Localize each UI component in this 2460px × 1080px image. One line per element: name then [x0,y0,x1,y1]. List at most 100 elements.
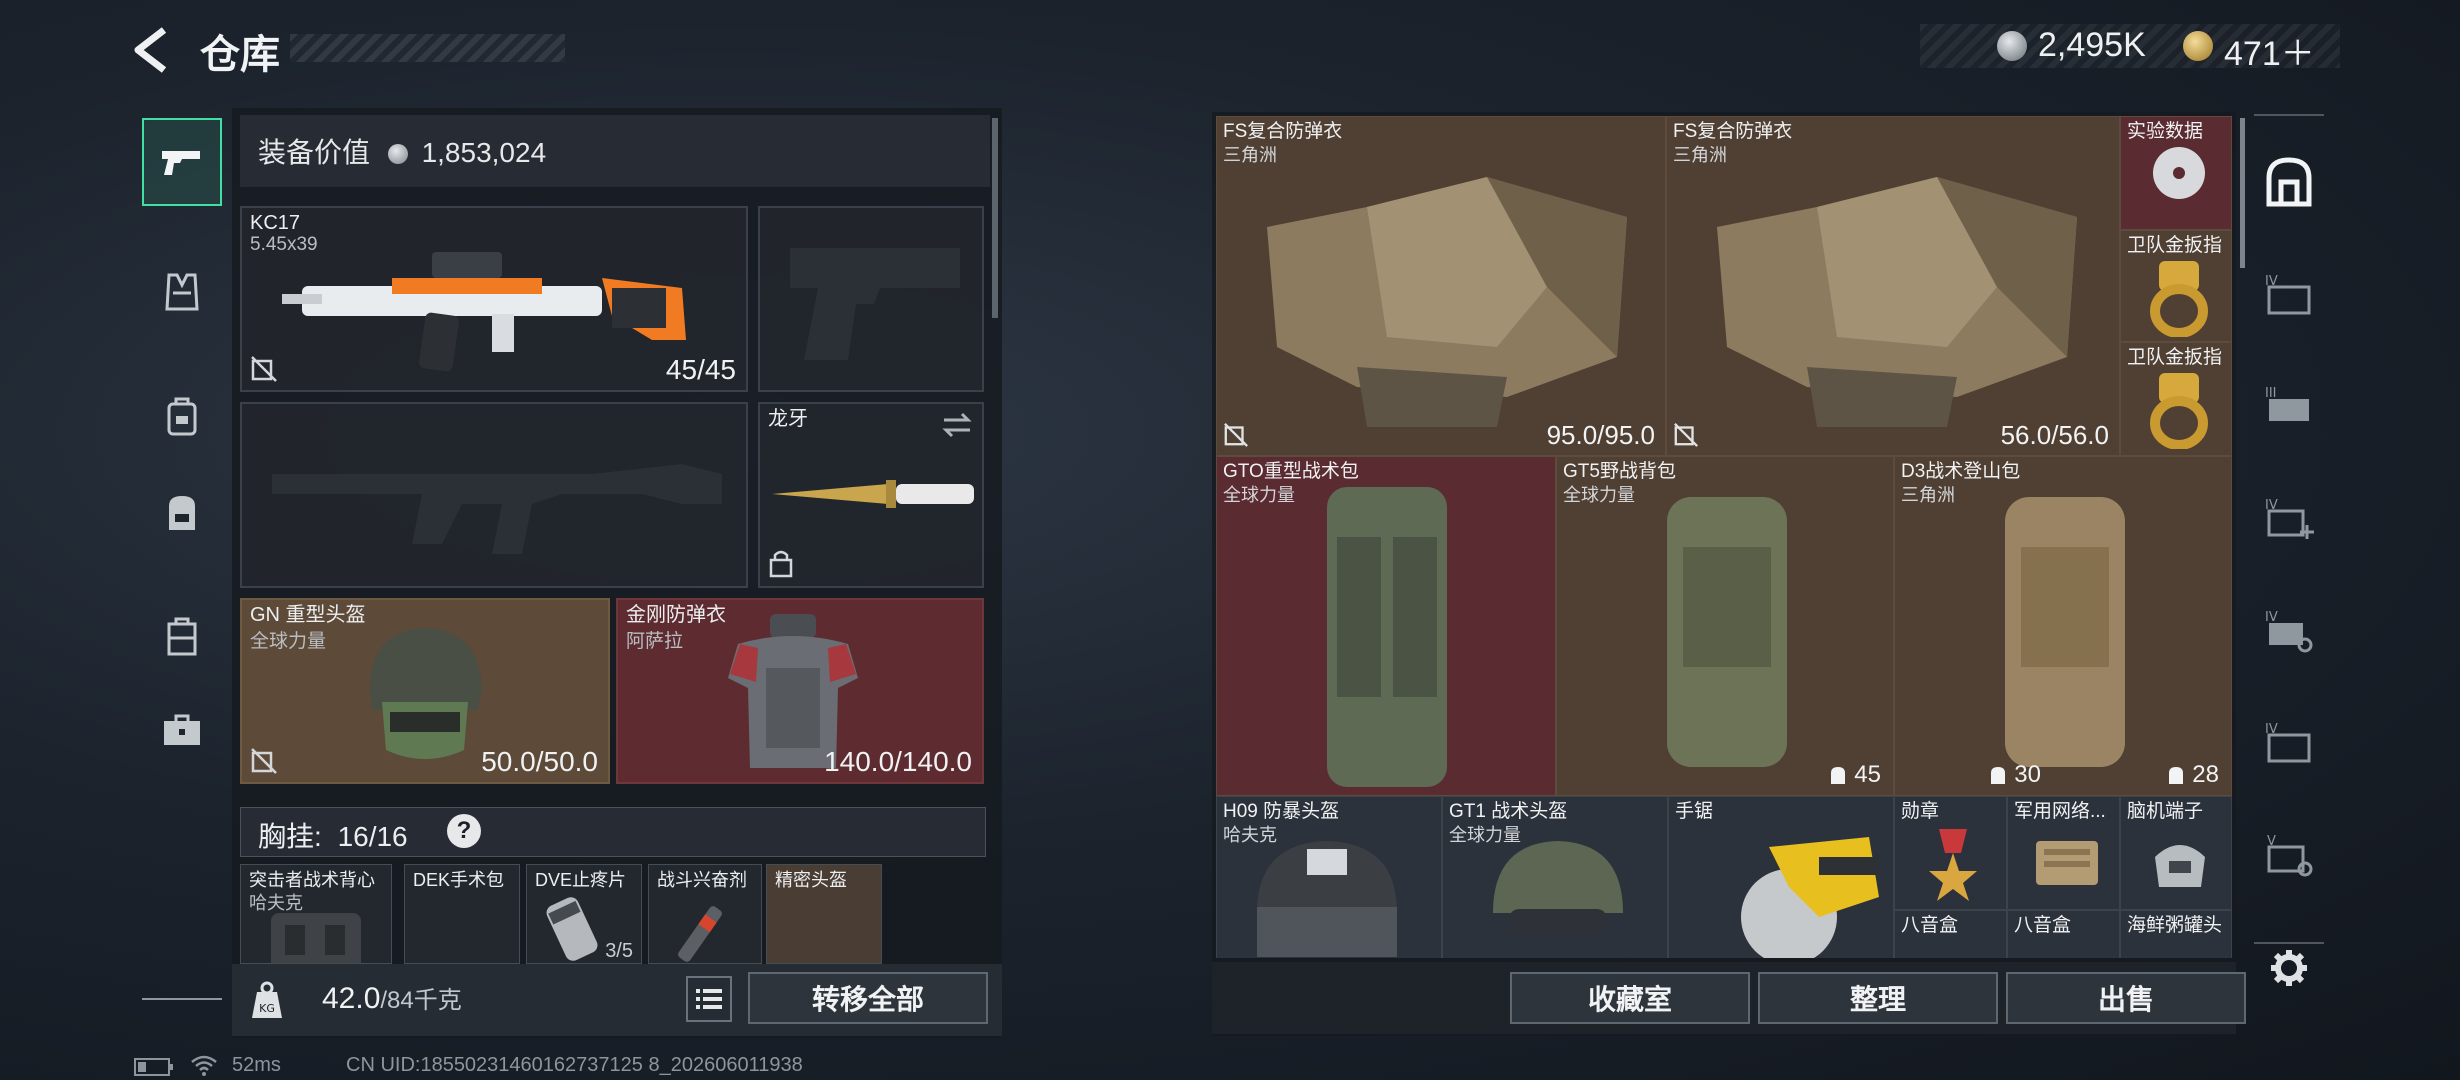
case-iv-gear-icon: IV [2265,610,2313,653]
rig-item[interactable]: 突击者战术背心 哈夫克 [240,864,392,964]
sort-button[interactable]: 整理 [1758,972,1998,1024]
stash-item[interactable]: 海鲜粥罐头 [2120,910,2232,958]
stash-item[interactable]: GT5野战背包 全球力量 45 [1556,456,1894,796]
body-armor-image [1267,177,1627,427]
stash-item[interactable]: 八音盒 [1894,910,2007,958]
no-insure-icon [251,748,277,774]
assault-rifle-image [282,252,686,372]
painkiller-image [546,897,598,961]
weight-max: /84千克 [380,987,462,1014]
case-iv-folder-icon: IV [2265,722,2311,763]
gear-icon [2271,950,2307,986]
rig-item-name: DVE止疼片 [535,870,627,890]
weapon-ammo: 45/45 [665,354,736,385]
brain-terminal-image [2155,845,2205,887]
stash-tab-v[interactable]: V [2254,804,2324,904]
stash-item[interactable]: 卫队金扳指 [2120,342,2232,456]
armor-map: 阿萨拉 [626,631,684,652]
stash-tab-iv-gear[interactable]: IV [2254,580,2324,680]
lock-icon [769,550,793,578]
data-disc-image [2153,147,2205,199]
stash-tab-iv-folder[interactable]: IV [2254,692,2324,792]
item-name: H09 防暴头盔 [1223,801,1340,822]
item-sub: 三角洲 [1901,485,1955,505]
stash-item[interactable]: 手锯 [1668,796,1894,958]
item-name: FS复合防弹衣 [1223,121,1343,142]
stash-tab-iv-plus[interactable]: IV [2254,468,2324,568]
rig-item[interactable]: DEK手术包 [404,864,520,964]
stash-item[interactable]: H09 防暴头盔 哈夫克 [1216,796,1442,958]
knife-slot[interactable]: 龙牙 [758,402,984,588]
stash-item[interactable]: 军用网络... [2007,796,2120,910]
weight-current: 42.0 [322,982,381,1015]
carry-weight: 42.0/84千克 [322,980,462,1016]
transfer-all-button[interactable]: 转移全部 [748,972,988,1024]
item-name: 卫队金扳指 [2127,235,2223,256]
capacity-value: 30 [2014,761,2041,788]
equipment-scrollbar[interactable] [992,118,998,318]
backpack-small-icon [167,397,197,436]
no-insure-icon [251,356,277,382]
gold-amount[interactable]: 471＋ [2224,26,2315,75]
hand-saw-image [1741,837,1879,958]
armor-name: 金刚防弹衣 [626,604,726,626]
uid-text: CN UID:18550231460162737125 8_2026060119… [346,1054,803,1076]
stash-scrollbar[interactable] [2240,118,2245,268]
stash-item[interactable]: 实验数据 [2120,116,2232,230]
list-icon [696,989,722,1009]
stash-icon [2266,157,2312,207]
stimulant-image [678,906,722,962]
rail-briefcase-tab[interactable] [142,686,222,774]
pistol-slot[interactable] [758,206,984,392]
armor-slot[interactable]: 金刚防弹衣 阿萨拉 140.0/140.0 [616,598,984,784]
vault-button[interactable]: 收藏室 [1510,972,1750,1024]
primary-weapon-slot[interactable]: KC17 5.45x39 45/45 [240,206,748,392]
stash-tab-iv[interactable]: IV [2254,244,2324,344]
stash-tab-iii[interactable]: III [2254,356,2324,456]
helmet-slot[interactable]: GN 重型头盔 全球力量 50.0/50.0 [240,598,610,784]
vest-icon [165,273,199,311]
backpack-capacity-icon [2169,767,2184,784]
rail-vest-tab[interactable] [142,248,222,336]
rail-case-tab[interactable] [142,592,222,680]
stash-item[interactable]: FS复合防弹衣 三角洲 95.0/95.0 [1216,116,1666,456]
stash-item[interactable]: 脑机端子 [2120,796,2232,910]
pistol-placeholder-icon [790,248,960,360]
stash-item[interactable]: 勋章 [1894,796,2007,910]
stash-item[interactable]: GT1 战术头盔 全球力量 [1442,796,1668,958]
briefcase-icon [164,714,200,745]
stash-item[interactable]: 八音盒 [2007,910,2120,958]
military-network-image [2036,841,2098,885]
sell-button[interactable]: 出售 [2006,972,2246,1024]
stash-item[interactable]: GTO重型战术包 全球力量 [1216,456,1556,796]
rig-item[interactable]: DVE止疼片 3/5 [526,864,642,964]
rail-small-bag-tab[interactable] [142,372,222,460]
stash-item[interactable]: 卫队金扳指 [2120,230,2232,342]
list-view-button[interactable] [686,976,732,1022]
item-name: 脑机端子 [2127,801,2204,822]
rig-item[interactable]: 精密头盔 [766,864,882,964]
stash-tab-main[interactable] [2254,132,2324,232]
body-armor-image [1717,177,2077,427]
title-decoration [290,34,565,62]
heavy-backpack-image [1327,487,1447,787]
gold-ring-image [2150,373,2208,449]
settings-button[interactable] [2254,938,2324,998]
rifle-placeholder-icon [272,464,722,554]
category-rail [142,108,222,1008]
back-arrow-icon[interactable] [128,24,180,76]
case-icon [167,617,197,656]
rail-weapon-tab[interactable] [142,118,222,206]
silver-coin-icon [387,144,408,164]
rail-backpack-tab[interactable] [142,468,222,556]
ping-text: 52ms [232,1054,281,1076]
stash-grid: FS复合防弹衣 三角洲 95.0/95.0 FS复合防弹衣 三角洲 56.0/5… [1216,116,2232,958]
stash-item[interactable]: D3战术登山包 三角洲 30 28 [1894,456,2232,796]
swap-icon[interactable] [942,412,972,438]
secondary-weapon-slot[interactable] [240,402,748,588]
rig-item[interactable]: 战斗兴奋剂 [648,864,762,964]
stash-item[interactable]: FS复合防弹衣 三角洲 56.0/56.0 [1666,116,2120,456]
wifi-icon [191,1055,217,1076]
capacity-value: 28 [2192,761,2219,788]
help-icon[interactable]: ? [447,814,481,848]
